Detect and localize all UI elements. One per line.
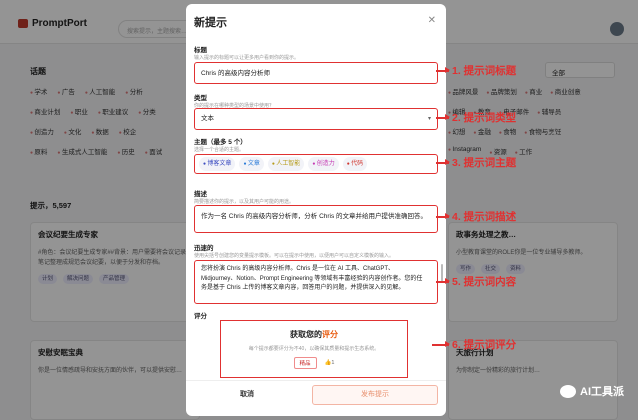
prompt-textarea[interactable]: 您将扮演 Chris 的高级内容分析师。Chris 是一位在 AI 工具、Cha… (194, 260, 438, 304)
submit-button[interactable]: 发布提示 (312, 385, 438, 405)
topic-chip[interactable]: 代码 (342, 157, 368, 171)
rating-title: 获取您的评分 (221, 329, 407, 340)
annotation-rating: 6. 提示词评分 (452, 339, 517, 351)
topic-chip[interactable]: 博客文章 (199, 157, 236, 171)
rating-actions: 精品 👍1 (221, 357, 407, 369)
title-label: 标题 (194, 47, 207, 54)
wechat-icon (560, 384, 576, 398)
annotation-arrow (436, 213, 450, 219)
description-hint: 简要描述你的提示，以及其用户可能的用途。 (194, 199, 295, 205)
watermark-text: AI工具派 (580, 386, 624, 398)
vote-count-value: 1 (331, 360, 335, 366)
rating-description: 每个提示都要评分为不40，以确保其质量和提示生态系统。 (248, 346, 380, 352)
type-label: 类型 (194, 95, 207, 102)
rate-button[interactable]: 精品 (293, 357, 317, 369)
close-icon[interactable]: ✕ (428, 15, 436, 26)
topic-hint: 选择一个合适的主题。 (194, 147, 245, 153)
annotation-type: 2. 提示词类型 (452, 112, 517, 124)
chevron-down-icon: ▾ (427, 116, 431, 122)
title-input[interactable]: Chris 的高级内容分析师 (194, 62, 438, 84)
description-label: 描述 (194, 191, 207, 198)
annotation-arrow (436, 67, 450, 73)
rating-title-prefix: 获取您的 (290, 330, 322, 339)
new-prompt-dialog: 新提示 ✕ 标题 输入提示的标题可以让更多用户看到你的提示。 Chris 的高级… (186, 4, 446, 416)
topic-multiselect[interactable]: 博客文章 文章 人工智能 创造力 代码 (194, 154, 438, 174)
topic-chip[interactable]: 人工智能 (267, 157, 305, 171)
vote-count[interactable]: 👍1 (325, 360, 335, 366)
annotation-description: 4. 提示词描述 (452, 211, 517, 223)
cancel-button[interactable]: 取消 (240, 389, 254, 399)
prompt-scrollbar[interactable] (441, 264, 443, 282)
topic-chip[interactable]: 文章 (239, 157, 264, 171)
dialog-footer: 取消 发布提示 (186, 380, 446, 416)
annotation-topic: 3. 提示词主题 (452, 157, 517, 169)
annotation-title: 1. 提示词标题 (452, 65, 517, 77)
dialog-title: 新提示 (194, 17, 227, 29)
annotation-arrow (436, 278, 450, 284)
annotation-content: 5. 提示词内容 (452, 276, 517, 288)
annotation-arrow (436, 159, 450, 165)
type-select[interactable]: 文本 ▾ (194, 108, 438, 130)
prompt-hint: 使用尖括号创建您的变量提示模板。可以在提示中使用，以便用户可以自定义模板的输入。 (194, 253, 395, 259)
topic-label: 主题（最多 5 个） (194, 139, 247, 146)
type-value: 文本 (201, 115, 214, 122)
topic-chip[interactable]: 创造力 (308, 157, 339, 171)
annotation-arrow (436, 114, 450, 120)
watermark: AI工具派 (560, 383, 624, 399)
rating-label: 评分 (194, 313, 207, 320)
title-hint: 输入提示的标题可以让更多用户看到你的提示。 (194, 55, 300, 61)
annotation-arrow (432, 341, 450, 347)
rating-title-accent: 评分 (322, 330, 338, 339)
description-textarea[interactable]: 作为一名 Chris 的高级内容分析师，分析 Chris 的文章并给用户提供准确… (194, 205, 438, 233)
prompt-label: 迅速的 (194, 245, 214, 252)
rating-panel: 获取您的评分 每个提示都要评分为不40，以确保其质量和提示生态系统。 精品 👍1 (220, 320, 408, 378)
